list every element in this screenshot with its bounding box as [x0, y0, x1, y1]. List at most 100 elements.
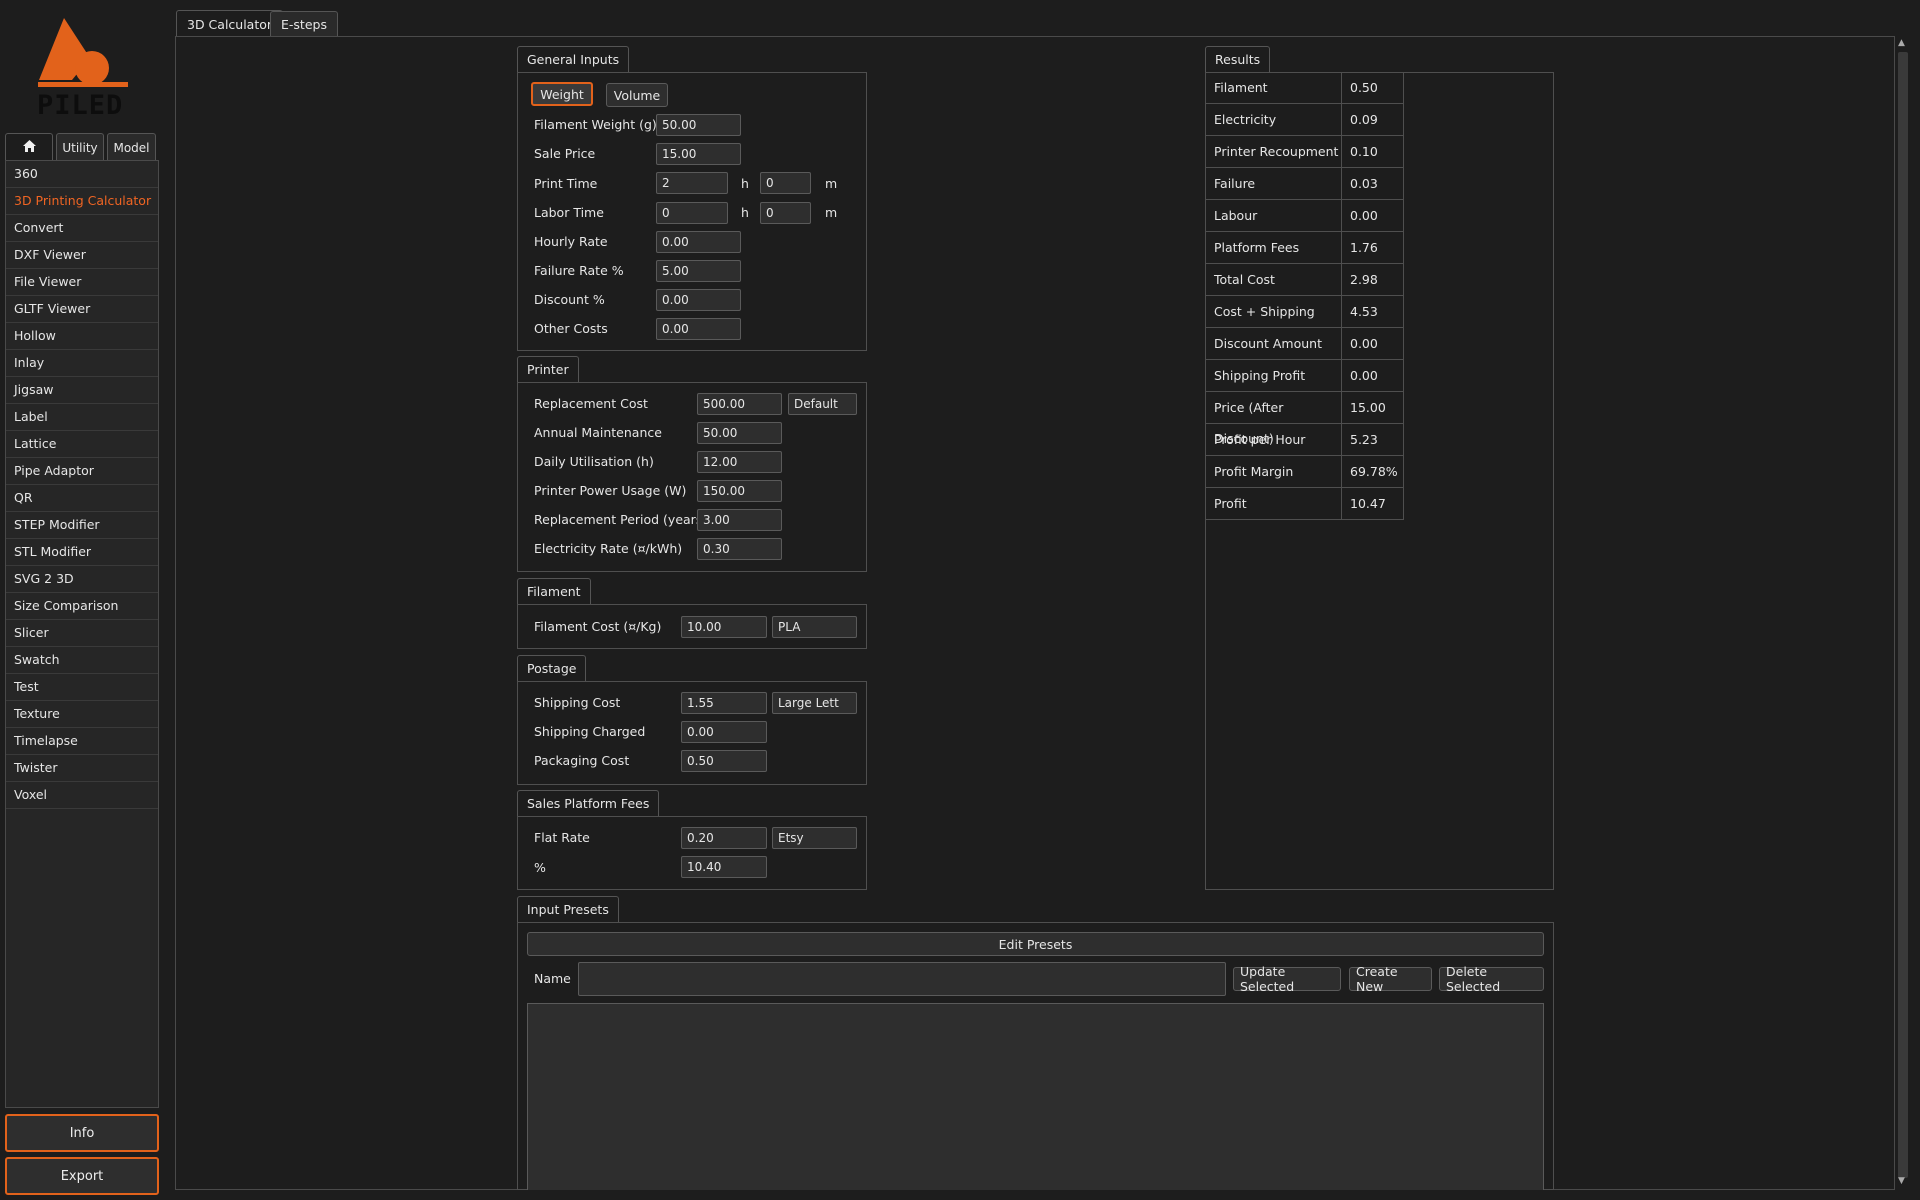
electricity-rate-label: Electricity Rate (¤/kWh)	[534, 541, 683, 556]
hourly-rate-input[interactable]	[656, 231, 741, 253]
printer-title: Printer	[517, 356, 579, 382]
filament-weight-input[interactable]	[656, 114, 741, 136]
daily-utilisation-input[interactable]	[697, 451, 782, 473]
replacement-cost-label: Replacement Cost	[534, 396, 648, 411]
sidebar-item-gltf-viewer[interactable]: GLTF Viewer	[6, 296, 158, 323]
result-value-cell: 15.00	[1342, 392, 1404, 424]
result-name-cell: Electricity	[1205, 104, 1342, 136]
hours-unit-label: h	[741, 205, 749, 220]
tab-3d-calculator[interactable]: 3D Calculator	[176, 10, 284, 37]
filament-cost-input[interactable]	[681, 616, 767, 638]
sidebar-item-size-comparison[interactable]: Size Comparison	[6, 593, 158, 620]
info-button[interactable]: Info	[5, 1114, 159, 1152]
sidebar-item-pipe-adaptor[interactable]: Pipe Adaptor	[6, 458, 158, 485]
flat-rate-input[interactable]	[681, 827, 767, 849]
sale-price-input[interactable]	[656, 143, 741, 165]
shipping-charged-label: Shipping Charged	[534, 724, 646, 739]
edit-presets-button[interactable]: Edit Presets	[527, 932, 1544, 956]
other-costs-input[interactable]	[656, 318, 741, 340]
sidebar-item-hollow[interactable]: Hollow	[6, 323, 158, 350]
discount-input[interactable]	[656, 289, 741, 311]
labor-time-label: Labor Time	[534, 205, 604, 220]
sidebar-item-timelapse[interactable]: Timelapse	[6, 728, 158, 755]
sidebar-item-swatch[interactable]: Swatch	[6, 647, 158, 674]
print-time-hours-input[interactable]	[656, 172, 728, 194]
result-value-cell: 0.09	[1342, 104, 1404, 136]
sidebar-item-label[interactable]: Label	[6, 404, 158, 431]
filament-material-select[interactable]: PLA	[772, 616, 857, 638]
sidebar-item-qr[interactable]: QR	[6, 485, 158, 512]
sidebar-item-inlay[interactable]: Inlay	[6, 350, 158, 377]
sidebar-item-step-modifier[interactable]: STEP Modifier	[6, 512, 158, 539]
failure-rate-label: Failure Rate %	[534, 263, 624, 278]
update-selected-button[interactable]: Update Selected	[1233, 964, 1341, 994]
delete-selected-button[interactable]: Delete Selected	[1439, 964, 1544, 994]
result-value-cell: 4.53	[1342, 296, 1404, 328]
general-inputs-title: General Inputs	[517, 46, 630, 72]
preset-name-input[interactable]	[578, 962, 1226, 996]
tab-utility[interactable]: Utility	[56, 133, 104, 161]
tab-e-steps[interactable]: E-steps	[270, 11, 338, 37]
electricity-rate-input[interactable]	[697, 538, 782, 560]
export-button[interactable]: Export	[5, 1157, 159, 1195]
input-presets-title: Input Presets	[517, 896, 619, 922]
percent-fee-label: %	[534, 860, 546, 875]
sales-platform-fees-title: Sales Platform Fees	[517, 790, 660, 816]
result-value-cell: 2.98	[1342, 264, 1404, 296]
postage-service-select[interactable]: Large Lett	[772, 692, 857, 714]
result-name-cell: Printer Recoupment	[1205, 136, 1342, 168]
scroll-up-arrow-icon[interactable]: ▲	[1898, 38, 1905, 48]
print-time-label: Print Time	[534, 176, 598, 191]
sidebar-item-lattice[interactable]: Lattice	[6, 431, 158, 458]
preset-list[interactable]	[527, 1003, 1544, 1190]
sidebar-item-jigsaw[interactable]: Jigsaw	[6, 377, 158, 404]
tab-home[interactable]	[5, 133, 53, 161]
sidebar-item-svg-2-3d[interactable]: SVG 2 3D	[6, 566, 158, 593]
sidebar-item-convert[interactable]: Convert	[6, 215, 158, 242]
result-name-cell: Labour	[1205, 200, 1342, 232]
sidebar-item-stl-modifier[interactable]: STL Modifier	[6, 539, 158, 566]
minutes-unit-label: m	[825, 205, 838, 220]
scroll-down-arrow-icon[interactable]: ▼	[1898, 1176, 1905, 1186]
weight-mode-button[interactable]: Weight	[531, 82, 593, 106]
home-icon	[22, 140, 36, 155]
sidebar-item-slicer[interactable]: Slicer	[6, 620, 158, 647]
sidebar-item-voxel[interactable]: Voxel	[6, 782, 158, 809]
printer-preset-select[interactable]: Default	[788, 393, 857, 415]
sidebar-item-dxf-viewer[interactable]: DXF Viewer	[6, 242, 158, 269]
sidebar-item-texture[interactable]: Texture	[6, 701, 158, 728]
scrollbar-thumb[interactable]	[1898, 52, 1908, 1178]
replacement-period-input[interactable]	[697, 509, 782, 531]
shipping-charged-input[interactable]	[681, 721, 767, 743]
sidebar-item-3d-printing-calculator[interactable]: 3D Printing Calculator	[6, 188, 158, 215]
replacement-cost-input[interactable]	[697, 393, 782, 415]
shipping-cost-input[interactable]	[681, 692, 767, 714]
failure-rate-input[interactable]	[656, 260, 741, 282]
tab-model[interactable]: Model	[107, 133, 156, 161]
annual-maintenance-input[interactable]	[697, 422, 782, 444]
shipping-cost-label: Shipping Cost	[534, 695, 621, 710]
labor-time-hours-input[interactable]	[656, 202, 728, 224]
result-value-cell: 0.00	[1342, 200, 1404, 232]
results-row: Labour 0.00	[1205, 200, 1405, 232]
hourly-rate-label: Hourly Rate	[534, 234, 608, 249]
packaging-cost-input[interactable]	[681, 750, 767, 772]
minutes-unit-label: m	[825, 176, 838, 191]
sidebar-item-twister[interactable]: Twister	[6, 755, 158, 782]
create-new-button[interactable]: Create New	[1349, 964, 1432, 994]
result-value-cell: 69.78%	[1342, 456, 1404, 488]
sale-price-label: Sale Price	[534, 146, 596, 161]
volume-mode-button[interactable]: Volume	[606, 83, 668, 107]
sidebar-item-360[interactable]: 360	[6, 161, 158, 188]
percent-fee-input[interactable]	[681, 856, 767, 878]
results-row: Profit 10.47	[1205, 488, 1405, 520]
result-name-cell: Discount Amount	[1205, 328, 1342, 360]
print-time-minutes-input[interactable]	[760, 172, 811, 194]
result-value-cell: 0.03	[1342, 168, 1404, 200]
sidebar-item-file-viewer[interactable]: File Viewer	[6, 269, 158, 296]
labor-time-minutes-input[interactable]	[760, 202, 811, 224]
sidebar-item-test[interactable]: Test	[6, 674, 158, 701]
sales-platform-select[interactable]: Etsy	[772, 827, 857, 849]
tool-list: 360 3D Printing Calculator Convert DXF View…	[5, 160, 159, 1108]
power-usage-input[interactable]	[697, 480, 782, 502]
